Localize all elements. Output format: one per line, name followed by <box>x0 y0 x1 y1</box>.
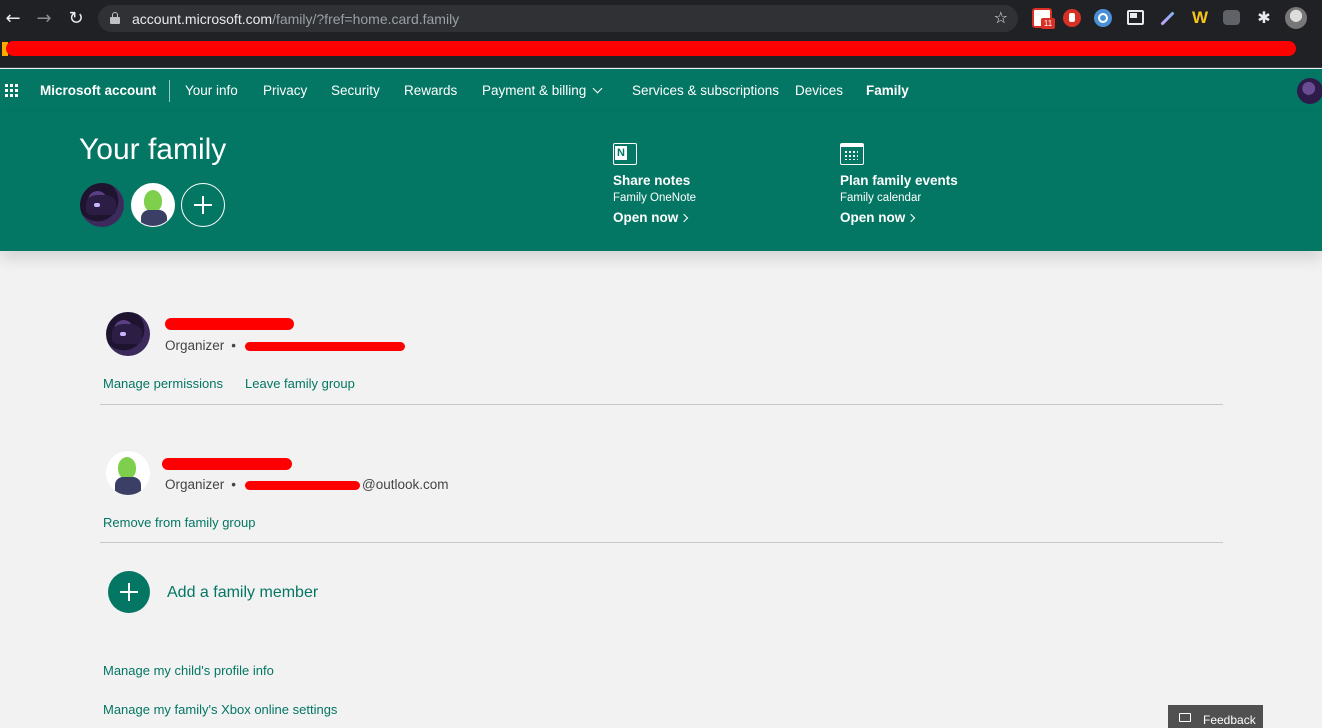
open-calendar-link[interactable]: Open now <box>840 210 916 225</box>
app-launcher-icon[interactable] <box>5 84 18 97</box>
chevron-right-icon <box>907 213 916 223</box>
forward-arrow-icon[interactable]: → <box>33 8 55 30</box>
pen-icon[interactable] <box>1158 9 1176 27</box>
open-link-label: Open now <box>840 210 906 225</box>
chevron-right-icon <box>680 213 689 223</box>
open-link-label: Open now <box>613 210 679 225</box>
nav-payment-billing-label: Payment & billing <box>482 83 587 98</box>
nav-payment-billing[interactable]: Payment & billing <box>482 83 603 98</box>
account-avatar[interactable] <box>1297 78 1322 104</box>
plan-events-card: Plan family events Family calendar Open … <box>840 143 1040 227</box>
bookmark-star-icon[interactable]: ☆ <box>994 8 1008 27</box>
open-onenote-link[interactable]: Open now <box>613 210 689 225</box>
card-subtitle: Family calendar <box>840 192 922 204</box>
robot-icon[interactable] <box>1223 10 1240 25</box>
redaction-mark <box>6 41 1296 56</box>
window-icon[interactable] <box>1127 10 1144 25</box>
w-extension-icon[interactable]: W <box>1190 8 1210 28</box>
role-label: Organizer <box>165 338 225 353</box>
family-member-avatar[interactable] <box>131 183 175 227</box>
browser-profile-avatar[interactable] <box>1285 7 1307 29</box>
member-role: Organizer • <box>165 338 243 353</box>
family-hero: Your family Share notes Family OneNote O… <box>0 113 1322 251</box>
puzzle-icon[interactable]: ✱ <box>1254 8 1274 28</box>
separator-dot: • <box>231 477 237 492</box>
add-member-button[interactable] <box>108 571 150 613</box>
page-title: Your family <box>79 133 227 166</box>
card-subtitle: Family OneNote <box>613 192 697 204</box>
redacted-name <box>162 458 292 470</box>
member-avatar <box>106 451 150 495</box>
url-host: account.microsoft.com <box>132 11 273 27</box>
member-avatar <box>106 312 150 356</box>
card-title: Plan family events <box>840 173 958 188</box>
chevron-down-icon <box>592 83 603 94</box>
member-email-domain: @outlook.com <box>362 477 449 492</box>
reload-icon[interactable]: ↻ <box>65 8 87 30</box>
share-notes-card: Share notes Family OneNote Open now <box>613 143 813 227</box>
url-path: /family/?fref=home.card.family <box>272 11 460 27</box>
feedback-button[interactable]: Feedback <box>1168 705 1263 728</box>
account-nav: Microsoft account Your info Privacy Secu… <box>0 69 1322 113</box>
redacted-email <box>245 342 405 351</box>
manage-child-profile-link[interactable]: Manage my child's profile info <box>103 663 274 678</box>
separator-dot: • <box>231 338 237 353</box>
brand-title[interactable]: Microsoft account <box>40 83 156 98</box>
nav-family[interactable]: Family <box>866 83 909 98</box>
feedback-label: Feedback <box>1203 713 1256 727</box>
family-member-row: Organizer • @outlook.com Remove from fami… <box>100 405 1223 543</box>
gmail-icon[interactable]: 11 <box>1032 8 1055 29</box>
nav-services-subscriptions[interactable]: Services & subscriptions <box>632 83 779 98</box>
back-arrow-icon[interactable]: ← <box>2 8 24 30</box>
family-member-avatar[interactable] <box>80 183 124 227</box>
onenote-icon <box>613 143 637 165</box>
feedback-icon <box>1179 713 1191 722</box>
nav-security[interactable]: Security <box>331 83 380 98</box>
nav-privacy[interactable]: Privacy <box>263 83 307 98</box>
address-bar[interactable]: account.microsoft.com/family/?fref=home.… <box>98 5 1018 32</box>
stop-icon[interactable] <box>1063 9 1081 27</box>
leave-family-group-link[interactable]: Leave family group <box>245 376 355 391</box>
search-extension-icon[interactable] <box>1094 9 1112 27</box>
nav-rewards[interactable]: Rewards <box>404 83 457 98</box>
manage-xbox-settings-link[interactable]: Manage my family's Xbox online settings <box>103 702 337 717</box>
member-role: Organizer • <box>165 477 243 492</box>
card-title: Share notes <box>613 173 691 188</box>
redacted-email <box>245 481 360 490</box>
nav-devices[interactable]: Devices <box>795 83 843 98</box>
nav-your-info[interactable]: Your info <box>185 83 238 98</box>
remove-from-family-link[interactable]: Remove from family group <box>103 515 255 530</box>
browser-toolbar: ← → ↻ account.microsoft.com/family/?fref… <box>0 0 1322 37</box>
family-member-row: Organizer • Manage permissions Leave fami… <box>100 300 1223 405</box>
calendar-icon <box>840 143 864 165</box>
manage-permissions-link[interactable]: Manage permissions <box>103 376 223 391</box>
lock-icon <box>110 12 120 24</box>
role-label: Organizer <box>165 477 225 492</box>
add-member-label[interactable]: Add a family member <box>167 584 318 602</box>
nav-divider <box>169 80 170 102</box>
gmail-badge: 11 <box>1041 18 1055 29</box>
url-text[interactable]: account.microsoft.com/family/?fref=home.… <box>132 11 459 27</box>
redacted-name <box>165 318 294 330</box>
add-member-icon[interactable] <box>181 183 225 227</box>
